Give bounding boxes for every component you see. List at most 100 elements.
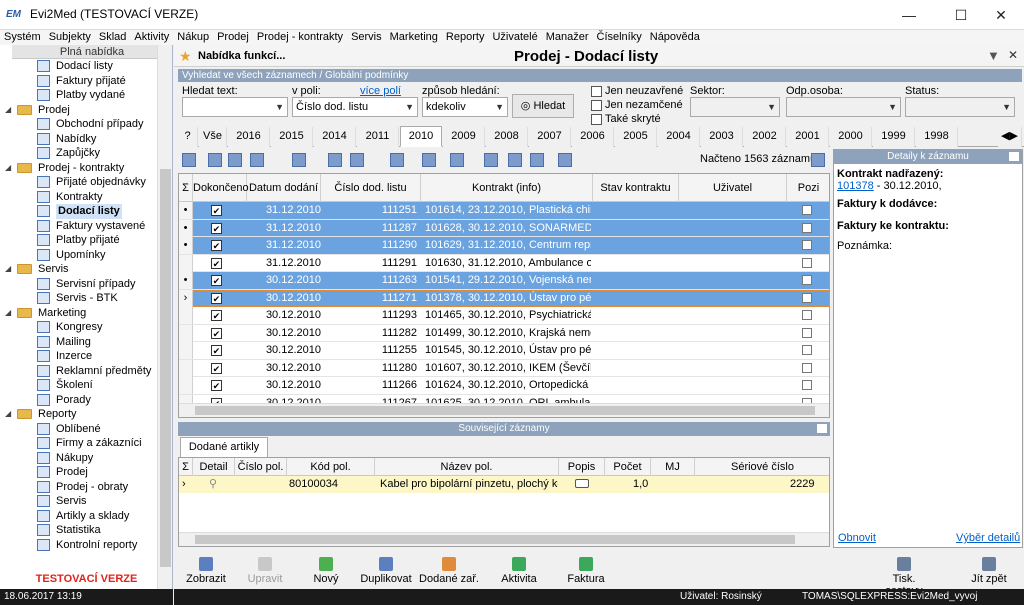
export-excel-icon[interactable] — [508, 153, 522, 167]
aktivita-button[interactable]: Aktivita — [496, 553, 542, 589]
checkbox-only-unlocked[interactable] — [591, 100, 602, 111]
checkbox-also-hidden[interactable] — [591, 114, 602, 125]
sidebar-item-statistika[interactable]: Statistika — [0, 523, 158, 538]
menu-prodej-kontrakty[interactable]: Prodej - kontrakty — [253, 30, 347, 45]
col-done[interactable]: Dokončeno — [193, 174, 249, 202]
col-contract-state[interactable]: Stav kontraktu — [593, 174, 679, 202]
magnifier-icon[interactable]: ⚲ — [209, 476, 217, 493]
search-field-select[interactable]: Číslo dod. listu ▼ — [292, 97, 418, 117]
col-item-number[interactable]: Číslo pol. — [235, 458, 287, 476]
sidebar-item-inzerce[interactable]: Inzerce — [0, 349, 158, 364]
tab-year-vse[interactable]: Vše — [199, 127, 227, 147]
dodane-zar-button[interactable]: Dodané zař. — [418, 553, 480, 589]
grid-hscrollbar[interactable] — [179, 403, 829, 417]
novy-button[interactable]: Nový — [308, 553, 344, 589]
table-row[interactable]: • ✔ 31.12.2010 111287 101628, 30.12.2010, SO… — [179, 219, 829, 237]
minimize-button[interactable]: — — [886, 0, 932, 30]
menu-prodej[interactable]: Prodej — [213, 30, 253, 45]
done-checkbox[interactable]: ✔ — [211, 275, 222, 286]
sidebar-item-firmy-a-zakaznici[interactable]: Firmy a zákazníci — [0, 436, 158, 451]
tab-year-2003[interactable]: 2003 — [701, 127, 743, 147]
upravit-button[interactable]: Upravit — [240, 553, 290, 589]
search-text-input[interactable]: ▼ — [182, 97, 288, 117]
close-button[interactable]: ✕ — [978, 0, 1024, 30]
position-checkbox[interactable] — [802, 240, 812, 250]
menu-manazer[interactable]: Manažer — [542, 30, 593, 45]
jit-zpet-button[interactable]: Jít zpět — [964, 553, 1014, 589]
sektor-select[interactable]: ▼ — [690, 97, 780, 117]
done-checkbox[interactable]: ✔ — [211, 292, 222, 304]
tab-year-2000[interactable]: 2000 — [830, 127, 872, 147]
menu-reporty[interactable]: Reporty — [442, 30, 489, 45]
position-checkbox[interactable] — [802, 310, 812, 320]
table-row[interactable]: › ⚲ 80100034 Kabel pro bipolární pinzetu… — [179, 476, 829, 493]
tab-year-2009[interactable]: 2009 — [443, 127, 485, 147]
sort-icon[interactable] — [250, 153, 264, 167]
done-checkbox[interactable]: ✔ — [211, 327, 222, 339]
sidebar-item-prodej-obraty[interactable]: Prodej - obraty — [0, 480, 158, 495]
more-fields-link[interactable]: více polí — [360, 85, 401, 97]
col-item-code[interactable]: Kód pol. — [287, 458, 375, 476]
done-checkbox[interactable]: ✔ — [211, 310, 222, 321]
articles-hscrollbar[interactable] — [179, 532, 829, 546]
done-checkbox[interactable]: ✔ — [211, 205, 222, 216]
faktura-button[interactable]: Faktura — [566, 553, 606, 589]
sidebar-item-reporty[interactable]: ◢ Reporty — [0, 407, 158, 422]
sidebar-item-nabidky[interactable]: Nabídky — [0, 132, 158, 147]
position-checkbox[interactable] — [802, 292, 812, 303]
menu-ciselniky[interactable]: Číselníky — [593, 30, 646, 45]
menu-system[interactable]: Systém — [0, 30, 45, 45]
col-serial-number[interactable]: Sériové číslo — [695, 458, 829, 476]
sidebar-scroll-thumb[interactable] — [160, 169, 171, 567]
sidebar-item-artikly-a-sklady[interactable]: Artikly a sklady — [0, 509, 158, 524]
table-row[interactable]: › ✔ 30.12.2010 111271 101378, 30.12.2010, Ús… — [179, 289, 829, 307]
tisk-sestavy-button[interactable]: Tisk. sestavy — [874, 553, 934, 597]
sidebar-item-upominky[interactable]: Upomínky — [0, 248, 158, 263]
menu-aktivity[interactable]: Aktivity — [130, 30, 173, 45]
sidebar-item-nakupy[interactable]: Nákupy — [0, 451, 158, 466]
tab-year-2005[interactable]: 2005 — [615, 127, 657, 147]
menu-marketing[interactable]: Marketing — [386, 30, 442, 45]
minimize-icon[interactable] — [1009, 152, 1019, 161]
sidebar-item-prijate-objednavky[interactable]: Přijaté objednávky — [0, 175, 158, 190]
done-checkbox[interactable]: ✔ — [211, 380, 222, 391]
sort-desc-icon[interactable] — [228, 153, 242, 167]
menu-sklad[interactable]: Sklad — [95, 30, 131, 45]
table-row[interactable]: ✔ 30.12.2010 111282 101499, 30.12.2010, Kra… — [179, 324, 829, 342]
settings-icon[interactable] — [811, 153, 825, 167]
refresh-icon[interactable] — [558, 153, 572, 167]
filter-icon[interactable] — [292, 153, 306, 167]
function-menu-button[interactable]: Nabídka funkcí... — [198, 50, 285, 62]
tab-year-2008[interactable]: 2008 — [486, 127, 528, 147]
sidebar-item-prodej[interactable]: Prodej — [0, 465, 158, 480]
refresh-link[interactable]: Obnovit — [838, 532, 876, 544]
position-checkbox[interactable] — [802, 327, 812, 338]
position-checkbox[interactable] — [802, 257, 812, 268]
table-row[interactable]: ✔ 30.12.2010 111255 101545, 30.12.2010, Úst… — [179, 342, 829, 360]
collapse-icon[interactable]: ◢ — [5, 407, 11, 422]
tab-year-2001[interactable]: 2001 — [787, 127, 829, 147]
tab-year-2011[interactable]: 2011 — [357, 127, 399, 147]
position-checkbox[interactable] — [802, 275, 812, 285]
collapse-icon[interactable]: ◢ — [5, 103, 11, 118]
sidebar-item-faktury-vystavene[interactable]: Faktury vystavené — [0, 219, 158, 234]
articles-hscroll-thumb[interactable] — [195, 535, 795, 544]
sidebar-item-obchodni-pripady[interactable]: Obchodní případy — [0, 117, 158, 132]
duplikovat-button[interactable]: Duplikovat — [358, 553, 414, 589]
sidebar-item-porady[interactable]: Porady — [0, 393, 158, 408]
grid-hscroll-thumb[interactable] — [195, 406, 815, 415]
sidebar-item-zapujcky[interactable]: Zapůjčky — [0, 146, 158, 161]
print-icon[interactable] — [530, 153, 544, 167]
col-detail[interactable]: Detail — [193, 458, 235, 476]
col-unit[interactable]: MJ — [651, 458, 695, 476]
star-icon[interactable]: ★ — [179, 48, 192, 65]
table-row[interactable]: ✔ 30.12.2010 111266 101624, 30.12.2010, Ort… — [179, 377, 829, 395]
sidebar-item-prodej-kontrakty[interactable]: ◢ Prodej - kontrakty — [0, 161, 158, 176]
done-checkbox[interactable]: ✔ — [211, 345, 222, 356]
position-checkbox[interactable] — [802, 222, 812, 233]
sidebar-item-platby-prijate[interactable]: Platby přijaté — [0, 233, 158, 248]
position-checkbox[interactable] — [802, 205, 812, 215]
search-button[interactable]: ◎ Hledat — [512, 94, 574, 118]
sort-asc-icon[interactable] — [208, 153, 222, 167]
position-checkbox[interactable] — [802, 380, 812, 390]
